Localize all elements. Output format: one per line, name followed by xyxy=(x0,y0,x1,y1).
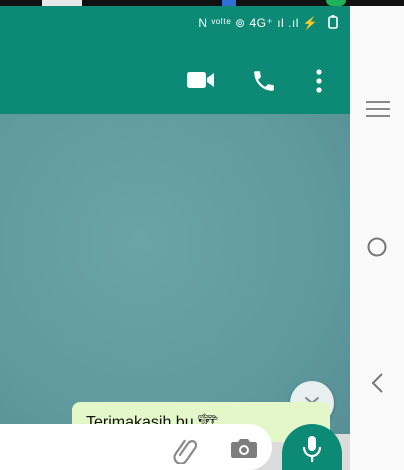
message-composer[interactable] xyxy=(0,424,272,470)
status-bar: N ᵛᵒˡᵗᵉ ⊚ 4G⁺ ıl .ıl ⚡ xyxy=(0,6,350,40)
status-indicators-text: N ᵛᵒˡᵗᵉ ⊚ 4G⁺ ıl .ıl xyxy=(198,16,299,30)
paperclip-icon[interactable] xyxy=(170,434,200,464)
battery-icon xyxy=(328,15,338,29)
chat-app-bar xyxy=(0,40,350,114)
menu-icon[interactable] xyxy=(366,100,390,118)
phone-screen: N ᵛᵒˡᵗᵉ ⊚ 4G⁺ ıl .ıl ⚡ Terimakasih bu 🏗 xyxy=(0,6,350,470)
system-navigation-bar xyxy=(350,6,404,470)
more-vertical-icon[interactable] xyxy=(314,68,324,94)
video-camera-icon[interactable] xyxy=(186,70,216,90)
status-indicators: N ᵛᵒˡᵗᵉ ⊚ 4G⁺ ıl .ıl ⚡ xyxy=(198,15,338,30)
camera-icon[interactable] xyxy=(230,436,258,460)
microphone-icon xyxy=(302,436,322,462)
home-circle-icon[interactable] xyxy=(366,236,388,258)
phone-icon[interactable] xyxy=(251,68,277,94)
back-chevron-icon[interactable] xyxy=(370,372,384,394)
charging-bolt-icon: ⚡ xyxy=(302,16,319,30)
